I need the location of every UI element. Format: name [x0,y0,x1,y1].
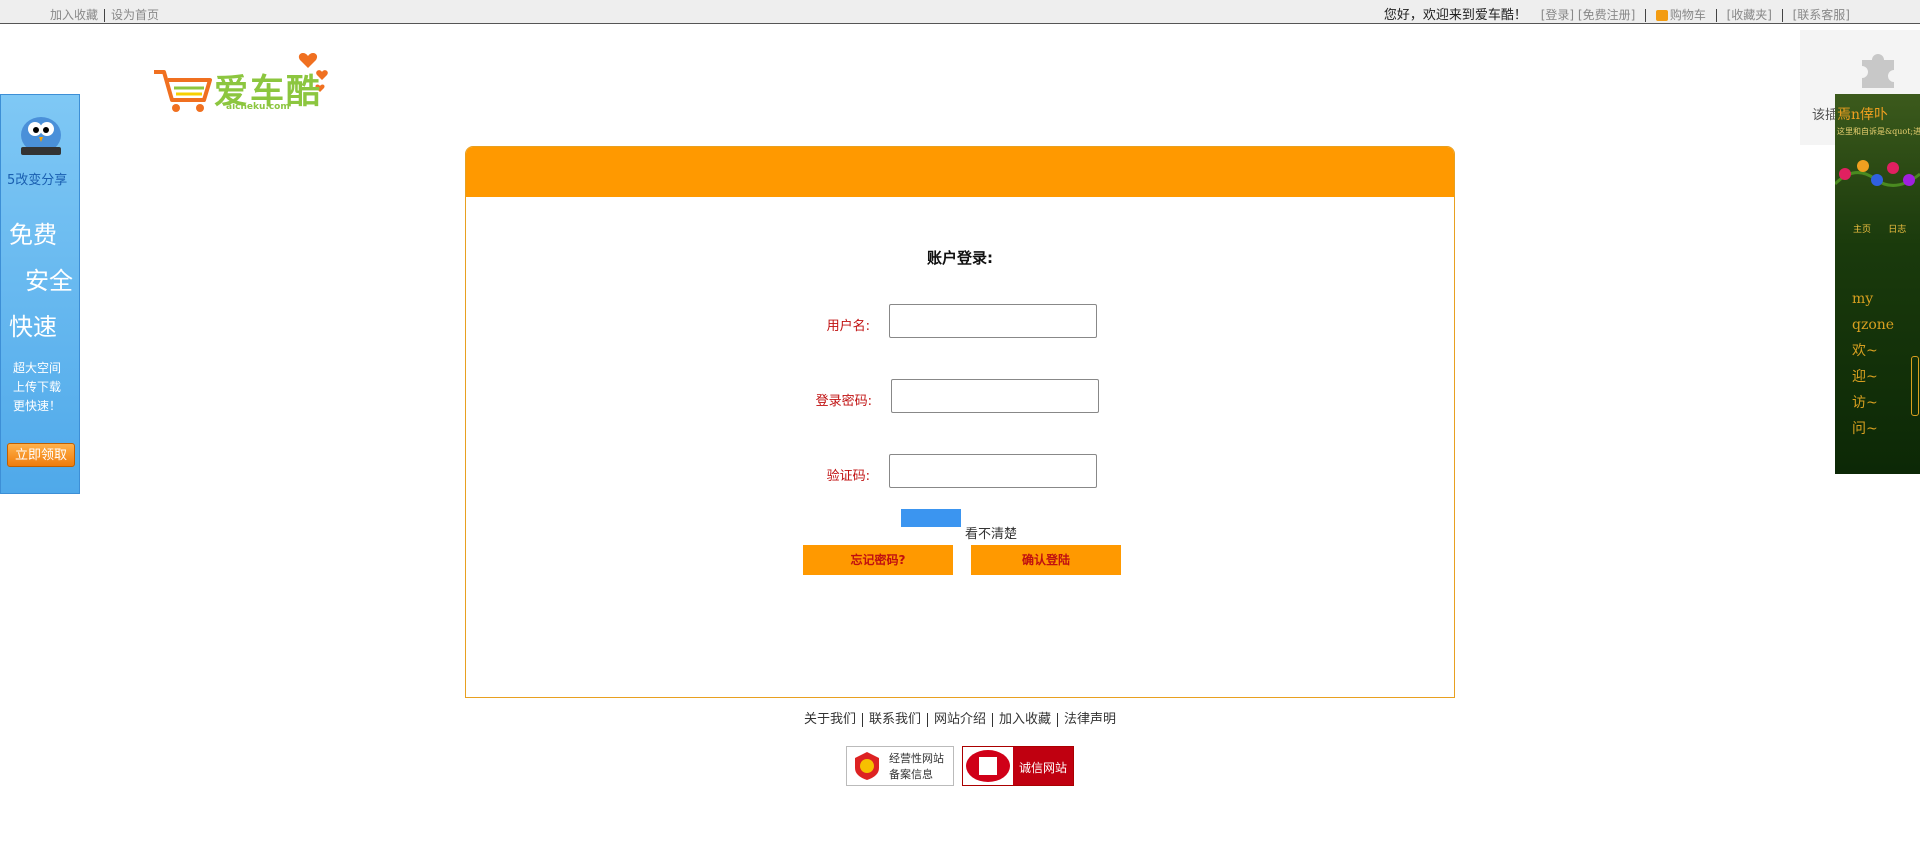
captcha-refresh-link[interactable]: 看不清楚 [965,523,1017,542]
widget-subtitle: 这里和自诉是&quot;进 [1837,127,1920,136]
captcha-image[interactable] [901,509,961,527]
divider [861,712,863,727]
trusted-site-badge[interactable]: 诚信网站 [962,746,1074,786]
ad-line-fast: 快速 [9,313,57,341]
ad-claim-button[interactable]: 立即领取 [7,443,75,467]
captcha-input[interactable] [889,454,1097,488]
bird-mascot-icon [21,117,61,155]
contact-service-link[interactable]: [联系客服] [1793,8,1850,22]
top-right-links: 您好，欢迎来到爱车酷！ [登录] [免费注册] 购物车 [收藏夹] [联系客服] [1384,4,1850,23]
icp-badge-text: 经营性网站 备案信息 [889,752,944,781]
password-label: 登录密码: [815,394,872,409]
footer-favorite-link[interactable]: 加入收藏 [999,712,1051,727]
widget-poem: my qzone 欢~ 迎~ 访~ 问~ [1852,291,1895,437]
set-homepage-link[interactable]: 设为首页 [111,8,159,22]
username-input[interactable] [889,304,1097,338]
divider [1781,9,1783,22]
footer-intro-link[interactable]: 网站介绍 [934,712,986,727]
username-label: 用户名: [826,319,870,334]
logo-domain: aicheku.com [226,102,290,112]
divider [104,9,106,22]
trust-logo-icon [963,747,1013,785]
top-bar: 加入收藏 设为首页 您好，欢迎来到爱车酷！ [登录] [免费注册] 购物车 [收藏… [0,0,1920,24]
divider [1715,9,1717,22]
puzzle-icon [1862,54,1894,88]
password-input[interactable] [891,379,1099,413]
icp-record-badge[interactable]: 经营性网站 备案信息 [846,746,954,786]
footer-legal-link[interactable]: 法律声明 [1064,712,1116,727]
welcome-text: 您好，欢迎来到爱车酷！ [1383,8,1527,23]
divider [926,712,928,727]
footer-links: 关于我们 联系我们 网站介绍 加入收藏 法律声明 [0,708,1920,727]
cart-icon [1655,10,1668,21]
widget-scrollbar[interactable] [1911,356,1919,416]
cart-link[interactable]: 购物车 [1670,8,1706,22]
divider [992,712,993,727]
footer-contact-link[interactable]: 联系我们 [869,712,921,727]
widget-links: 主页 日志 [1853,222,1906,235]
divider [1057,712,1059,727]
ad-small-text: 超大空间 上传下载 更快速！ [13,361,62,413]
top-left-links: 加入收藏 设为首页 [50,6,159,23]
divider [1645,9,1647,22]
captcha-label: 验证码: [826,469,870,484]
site-logo[interactable]: 爱车酷 aicheku.com [150,50,335,116]
ad-brand: 5改变分享 [7,173,68,188]
add-favorite-link[interactable]: 加入收藏 [50,8,98,22]
widget-home-link[interactable]: 主页 [1853,225,1871,235]
ad-line-safe: 安全 [25,267,73,295]
login-panel: 账户登录: 用户名: 登录密码: 验证码: 看不清楚 忘记密码? 确认登陆 [465,146,1455,698]
favorites-link[interactable]: [收藏夹] [1727,8,1772,22]
ad-line-free: 免费 [9,221,57,249]
emblem-icon [855,752,879,780]
login-link[interactable]: [登录] [1541,8,1574,22]
widget-blog-link[interactable]: 日志 [1888,225,1906,235]
roses-image-icon [1835,160,1920,187]
qzone-widget[interactable]: 焉n倖卟 这里和自诉是&quot;进 主页 日志 my qzone 欢~ 迎~ … [1835,94,1920,474]
left-ad-banner[interactable]: 5改变分享 免费 安全 快速 超大空间 上传下载 更快速！ 立即领取 [0,94,80,494]
login-panel-header [466,147,1454,197]
confirm-login-button[interactable]: 确认登陆 [971,545,1121,575]
footer-about-link[interactable]: 关于我们 [804,712,856,727]
register-link[interactable]: [免费注册] [1578,8,1635,22]
widget-title: 焉n倖卟 [1837,107,1889,123]
login-title: 账户登录: [927,249,993,267]
forgot-password-button[interactable]: 忘记密码? [803,545,953,575]
trusted-site-text: 诚信网站 [1019,761,1068,775]
